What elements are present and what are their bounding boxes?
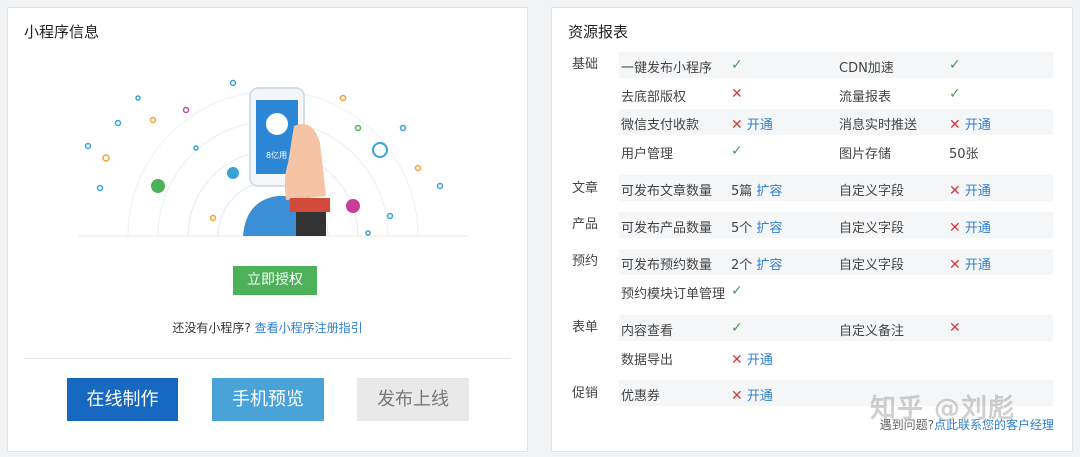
cross-icon: ✕	[949, 257, 961, 273]
status-cell: ✕ 开通	[731, 114, 773, 133]
feature-label: 用户管理	[621, 147, 674, 162]
check-icon: ✓	[731, 57, 743, 73]
cross-icon: ✕	[949, 117, 961, 133]
cross-icon: ✕	[731, 86, 743, 102]
feature-label: 微信支付收款	[621, 118, 700, 133]
category-product: 产品	[572, 217, 599, 232]
cross-icon: ✕	[731, 117, 743, 133]
cross-icon: ✕	[731, 388, 743, 404]
enable-link[interactable]: 开通	[965, 184, 991, 199]
cross-icon: ✕	[949, 183, 961, 199]
category-booking: 预约	[572, 254, 599, 269]
enable-link[interactable]: 开通	[747, 118, 773, 133]
feature-label: 图片存储	[839, 147, 892, 162]
table-row: 一键发布小程序 ✓ CDN加速 ✓	[619, 52, 1053, 78]
enable-link[interactable]: 开通	[965, 258, 991, 273]
category-form: 表单	[572, 320, 599, 335]
category-article: 文章	[572, 181, 599, 196]
table-row: 微信支付收款 ✕ 开通 消息实时推送 ✕ 开通	[619, 109, 1053, 135]
feature-label: 自定义字段	[839, 258, 905, 273]
table-row: 可发布产品数量 5个 扩容 自定义字段 ✕ 开通	[619, 212, 1053, 238]
feature-label: 可发布文章数量	[621, 184, 713, 199]
table-row: 内容查看 ✓ 自定义备注 ✕	[619, 315, 1053, 341]
enable-link[interactable]: 开通	[965, 118, 991, 133]
expand-link[interactable]: 扩容	[756, 221, 782, 236]
quota-cell: 5篇 扩容	[731, 180, 782, 199]
quota-cell: 5个 扩容	[731, 217, 782, 236]
quota-value: 5篇	[731, 184, 753, 199]
status-cell: ✕ 开通	[949, 180, 991, 199]
feature-label: 一键发布小程序	[621, 61, 713, 76]
table-row: 预约模块订单管理 ✓	[619, 278, 1053, 304]
online-make-button[interactable]: 在线制作	[67, 378, 178, 421]
watermark: 知乎 @刘彪	[870, 394, 1016, 424]
check-icon: ✓	[731, 283, 743, 299]
mini-program-info-panel: 小程序信息 8亿用 立即授权 还没有小程序? 查看小程序注册指引 在线制作 手机…	[7, 7, 528, 452]
authorize-button[interactable]: 立即授权	[233, 266, 317, 295]
feature-label: 去底部版权	[621, 90, 687, 105]
category-basic: 基础	[572, 57, 599, 72]
table-row: 用户管理 ✓ 图片存储 50张	[619, 138, 1053, 164]
status-cell: ✕ 开通	[731, 349, 773, 368]
feature-label: 消息实时推送	[839, 118, 918, 133]
register-guide-link[interactable]: 查看小程序注册指引	[255, 321, 363, 335]
table-row: 可发布文章数量 5篇 扩容 自定义字段 ✕ 开通	[619, 175, 1053, 201]
status-cell: ✕ 开通	[949, 114, 991, 133]
check-icon: ✓	[731, 320, 743, 336]
feature-label: 自定义字段	[839, 184, 905, 199]
divider	[24, 358, 511, 359]
feature-label: 可发布产品数量	[621, 221, 713, 236]
feature-label: 预约模块订单管理	[621, 287, 726, 302]
quota-value: 5个	[731, 221, 753, 236]
no-app-text: 还没有小程序?	[172, 321, 251, 335]
svg-text:8亿用: 8亿用	[266, 150, 287, 160]
feature-label: CDN加速	[839, 61, 894, 76]
enable-link[interactable]: 开通	[965, 221, 991, 236]
enable-link[interactable]: 开通	[747, 389, 773, 404]
cross-icon: ✕	[949, 220, 961, 236]
feature-label: 自定义字段	[839, 221, 905, 236]
table-row: 去底部版权 ✕ 流量报表 ✓	[619, 81, 1053, 107]
feature-label: 数据导出	[621, 353, 674, 368]
no-app-hint: 还没有小程序? 查看小程序注册指引	[8, 319, 527, 336]
enable-link[interactable]: 开通	[747, 353, 773, 368]
check-icon: ✓	[949, 57, 961, 73]
phone-illustration: 8亿用	[78, 79, 468, 237]
cross-icon: ✕	[731, 352, 743, 368]
feature-label: 优惠券	[621, 389, 661, 404]
feature-label: 内容查看	[621, 324, 674, 339]
category-promotion: 促销	[572, 386, 599, 401]
cross-icon: ✕	[949, 320, 961, 336]
quota-cell: 2个 扩容	[731, 254, 782, 273]
feature-label: 自定义备注	[839, 324, 905, 339]
feature-label: 流量报表	[839, 90, 892, 105]
resource-report-panel: 资源报表 基础 文章 产品 预约 表单 促销 一键发布小程序 ✓ CDN加速 ✓…	[551, 7, 1073, 452]
feature-label: 可发布预约数量	[621, 258, 713, 273]
status-cell: ✕ 开通	[949, 217, 991, 236]
status-cell: ✕ 开通	[731, 385, 773, 404]
expand-link[interactable]: 扩容	[756, 258, 782, 273]
quota-value: 2个	[731, 258, 753, 273]
status-cell: ✕ 开通	[949, 254, 991, 273]
check-icon: ✓	[949, 86, 961, 102]
expand-link[interactable]: 扩容	[756, 184, 782, 199]
check-icon: ✓	[731, 143, 743, 159]
storage-value: 50张	[949, 147, 979, 162]
panel-title: 资源报表	[568, 23, 629, 41]
panel-title: 小程序信息	[24, 23, 100, 41]
table-row: 可发布预约数量 2个 扩容 自定义字段 ✕ 开通	[619, 249, 1053, 275]
table-row: 数据导出 ✕ 开通	[619, 344, 1053, 370]
mobile-preview-button[interactable]: 手机预览	[212, 378, 324, 421]
publish-button[interactable]: 发布上线	[357, 378, 469, 421]
